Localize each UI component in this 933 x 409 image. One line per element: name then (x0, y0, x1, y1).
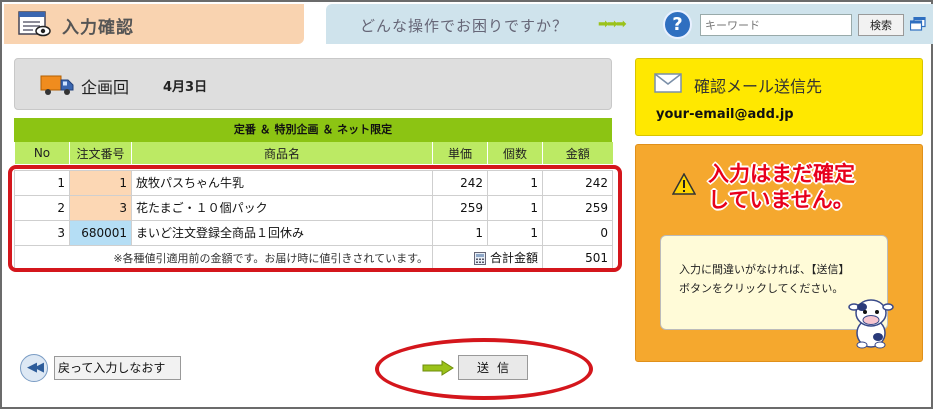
back-button[interactable]: ◀◀ 戻って入力しなおす (20, 354, 182, 382)
search-input[interactable] (700, 14, 852, 36)
total-amount: 501 (542, 244, 613, 271)
order-number: 680001 (69, 219, 132, 246)
total-label-cell: 合計金額 (432, 244, 543, 271)
quantity: 1 (487, 169, 543, 196)
new-window-icon[interactable] (910, 17, 926, 31)
column-header: No (14, 142, 70, 164)
right-arrow-icon (422, 360, 454, 376)
plan-date: 4月3日 (163, 80, 208, 95)
warning-line: 入力はまだ確定 (708, 162, 855, 186)
warning-line: していません。 (708, 188, 854, 212)
arrow-icons: ➡➡➡ (598, 17, 627, 32)
instruction-line: 入力に間違いがなければ、【送信】 (679, 263, 850, 276)
column-header: 注文番号 (69, 142, 132, 164)
send-button[interactable]: 送信 (458, 355, 528, 380)
quantity: 1 (487, 219, 543, 246)
price-note: ※各種値引適用前の金額です。お届け時に値引きされています。 (14, 244, 433, 271)
total-label: 合計金額 (489, 251, 538, 265)
product-name: まいど注文登録全商品１回休み (131, 219, 433, 246)
calculator-icon (473, 252, 486, 265)
envelope-icon (654, 73, 682, 93)
quantity: 1 (487, 194, 543, 221)
amount: 0 (542, 219, 613, 246)
column-header: 個数 (487, 142, 543, 164)
order-number: 1 (69, 169, 132, 196)
double-left-arrow-icon[interactable]: ◀◀ (20, 354, 48, 382)
page-frame: 入力確認 どんな操作でお困りですか？ ➡➡➡ ? 検索 企画回 4月3日 定番 … (0, 0, 933, 409)
order-table-section: 定番 ＆ 特別企画 ＆ ネット限定 No 注文番号 商品名 単価 個数 金額 1 (14, 118, 613, 271)
back-button-label[interactable]: 戻って入力しなおす (54, 356, 181, 380)
unit-price: 1 (432, 219, 488, 246)
cow-mascot-icon (848, 299, 894, 349)
order-number: 3 (69, 194, 132, 221)
header-title-panel: 入力確認 (4, 4, 304, 44)
order-table: No 注文番号 商品名 単価 個数 金額 1 1 放牧パスちゃん牛乳 242 1… (14, 142, 613, 271)
confirmation-mail-box: 確認メール送信先 your-email@add.jp (635, 58, 923, 136)
product-name: 放牧パスちゃん牛乳 (131, 169, 433, 196)
instruction-line: ボタンをクリックしてください。 (679, 282, 844, 295)
plan-label: 企画回 (81, 78, 130, 97)
delivery-truck-icon (40, 75, 74, 95)
unit-price: 259 (432, 194, 488, 221)
table-row: 2 3 花たまご・１０個パック 259 1 259 (14, 194, 613, 221)
column-header: 商品名 (131, 142, 433, 164)
table-total-row: ※各種値引適用前の金額です。お届け時に値引きされています。 合計金額 501 (14, 244, 613, 271)
warning-icon (672, 173, 696, 195)
help-question: どんな操作でお困りですか？ (360, 17, 569, 35)
plan-info-box: 企画回 4月3日 (14, 58, 612, 110)
warning-text: 入力はまだ確定 していません。 (708, 161, 913, 213)
document-icon (18, 11, 51, 37)
column-header: 単価 (432, 142, 488, 164)
row-no: 3 (14, 219, 70, 246)
order-table-caption: 定番 ＆ 特別企画 ＆ ネット限定 (14, 118, 612, 142)
table-row: 3 680001 まいど注文登録全商品１回休み 1 1 0 (14, 219, 613, 246)
mail-address: your-email@add.jp (656, 107, 794, 122)
column-header: 金額 (542, 142, 613, 164)
table-row: 1 1 放牧パスちゃん牛乳 242 1 242 (14, 169, 613, 196)
product-name: 花たまご・１０個パック (131, 194, 433, 221)
amount: 259 (542, 194, 613, 221)
search-button[interactable]: 検索 (858, 14, 904, 36)
row-no: 2 (14, 194, 70, 221)
amount: 242 (542, 169, 613, 196)
help-search-bar: どんな操作でお困りですか？ ➡➡➡ ? 検索 (326, 4, 933, 44)
help-icon[interactable]: ? (663, 10, 692, 39)
page-title: 入力確認 (62, 18, 134, 38)
row-no: 1 (14, 169, 70, 196)
unit-price: 242 (432, 169, 488, 196)
table-header-row: No 注文番号 商品名 単価 個数 金額 (14, 142, 613, 164)
warning-box: 入力はまだ確定 していません。 入力に間違いがなければ、【送信】 ボタンをクリッ… (635, 144, 923, 362)
mail-title: 確認メール送信先 (694, 77, 823, 96)
